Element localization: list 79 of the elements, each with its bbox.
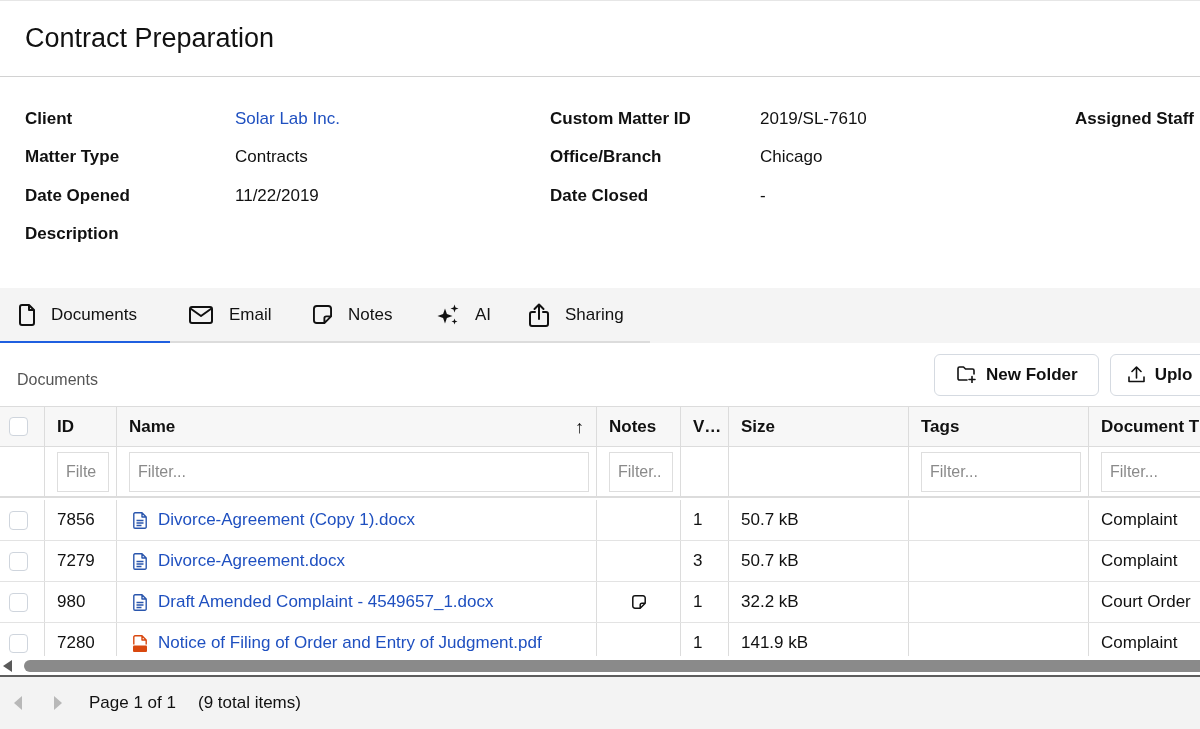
column-header[interactable]: Size: [741, 413, 776, 440]
scroll-left-icon[interactable]: [3, 659, 12, 672]
detail-label: Date Opened: [25, 185, 130, 205]
caret-left-icon: [14, 696, 22, 710]
filter-field[interactable]: Filter...: [1101, 451, 1200, 492]
toolbar-button[interactable]: Uplo: [1109, 353, 1200, 396]
table-cell-text: 1: [693, 632, 703, 655]
table-cell-text: 141.9 kB: [741, 632, 809, 655]
sparkle-icon: [437, 303, 459, 326]
filter-field[interactable]: Filter...: [921, 451, 1081, 492]
table-cell-text: 7856: [57, 509, 95, 532]
detail-value: -: [760, 184, 766, 207]
detail-label: Description: [25, 224, 119, 243]
detail-label: Custom Matter ID: [550, 108, 691, 128]
file-icon: [133, 511, 147, 529]
page-title: Contract Preparation: [25, 25, 275, 52]
sticky-note-icon[interactable]: [631, 595, 646, 609]
detail-label: Matter Type: [25, 147, 120, 166]
folder-plus-icon: [957, 366, 976, 383]
row-checkbox[interactable]: [9, 592, 28, 612]
column-header[interactable]: Name: [129, 413, 176, 440]
file-link[interactable]: Divorce-Agreement.docx: [158, 548, 346, 574]
detail-value: Chicago: [760, 146, 823, 168]
detail-label: Client: [25, 108, 73, 128]
column-header[interactable]: V…: [693, 413, 722, 440]
caret-right-icon: [54, 696, 62, 710]
share-icon: [529, 302, 549, 327]
detail-label: Office/Branch: [550, 147, 662, 166]
table-cell-text: 980: [57, 591, 86, 614]
column-header[interactable]: Document T: [1101, 413, 1200, 440]
filter-field[interactable]: Filte: [57, 451, 109, 492]
tab[interactable]: AI: [418, 288, 510, 343]
table-cell-text: 50.7 kB: [741, 550, 799, 573]
table-cell-text: 7280: [57, 632, 95, 655]
table-cell-text: Court Order: [1101, 591, 1191, 614]
file-link[interactable]: Notice of Filing of Order and Entry of Judgment.pdf: [158, 630, 542, 656]
select-all-checkbox[interactable]: [9, 417, 28, 436]
scrollbar-thumb[interactable]: [24, 659, 1200, 672]
column-header[interactable]: Tags: [921, 413, 960, 440]
file-link[interactable]: Divorce-Agreement (Copy 1).docx: [158, 507, 415, 533]
table-cell-text: 50.7 kB: [741, 509, 799, 532]
tab[interactable]: Email: [170, 288, 294, 343]
column-header[interactable]: Notes: [609, 413, 657, 440]
row-checkbox[interactable]: [9, 510, 28, 530]
row-checkbox[interactable]: [9, 551, 28, 571]
file-icon: [133, 593, 147, 611]
total-items-label: (9 total items): [197, 692, 301, 715]
row-checkbox[interactable]: [9, 633, 28, 653]
detail-value: 11/22/2019: [235, 184, 319, 207]
section-label: Documents: [17, 370, 98, 388]
file-icon: [133, 552, 147, 570]
file-link[interactable]: Draft Amended Complaint - 4549657_1.docx: [158, 589, 494, 615]
tab[interactable]: Documents: [0, 288, 170, 343]
table-cell-text: Complaint: [1101, 550, 1178, 573]
tab[interactable]: Notes: [294, 288, 418, 343]
table-cell-text: 1: [693, 509, 703, 532]
detail-label: Date Closed: [550, 185, 649, 205]
table-cell-text: 3: [693, 550, 703, 573]
table-cell-text: 7279: [57, 550, 95, 573]
table-cell-text: Complaint: [1101, 509, 1178, 532]
file-icon: [133, 634, 147, 652]
table-cell-text: 1: [693, 591, 703, 614]
detail-link[interactable]: Solar Lab Inc.: [235, 105, 340, 131]
sticky-note-icon: [313, 305, 332, 324]
filter-field[interactable]: Filter..: [609, 451, 673, 492]
filter-field[interactable]: Filter...: [129, 451, 589, 492]
table-cell-text: Complaint: [1101, 632, 1178, 655]
envelope-icon: [189, 305, 213, 324]
column-header[interactable]: ID: [57, 413, 74, 440]
table-cell-text: 32.2 kB: [741, 591, 799, 614]
toolbar-button[interactable]: New Folder: [934, 353, 1099, 396]
upload-icon: [1127, 366, 1145, 383]
document-icon: [19, 303, 35, 326]
sort-indicator[interactable]: ↑: [575, 417, 584, 436]
detail-value: 2019/SL-7610: [760, 107, 867, 130]
tab[interactable]: Sharing: [510, 288, 650, 343]
page-indicator: Page 1 of 1: [89, 692, 176, 715]
detail-value: Contracts: [235, 146, 308, 168]
detail-label: Assigned Staff: [1075, 108, 1195, 128]
